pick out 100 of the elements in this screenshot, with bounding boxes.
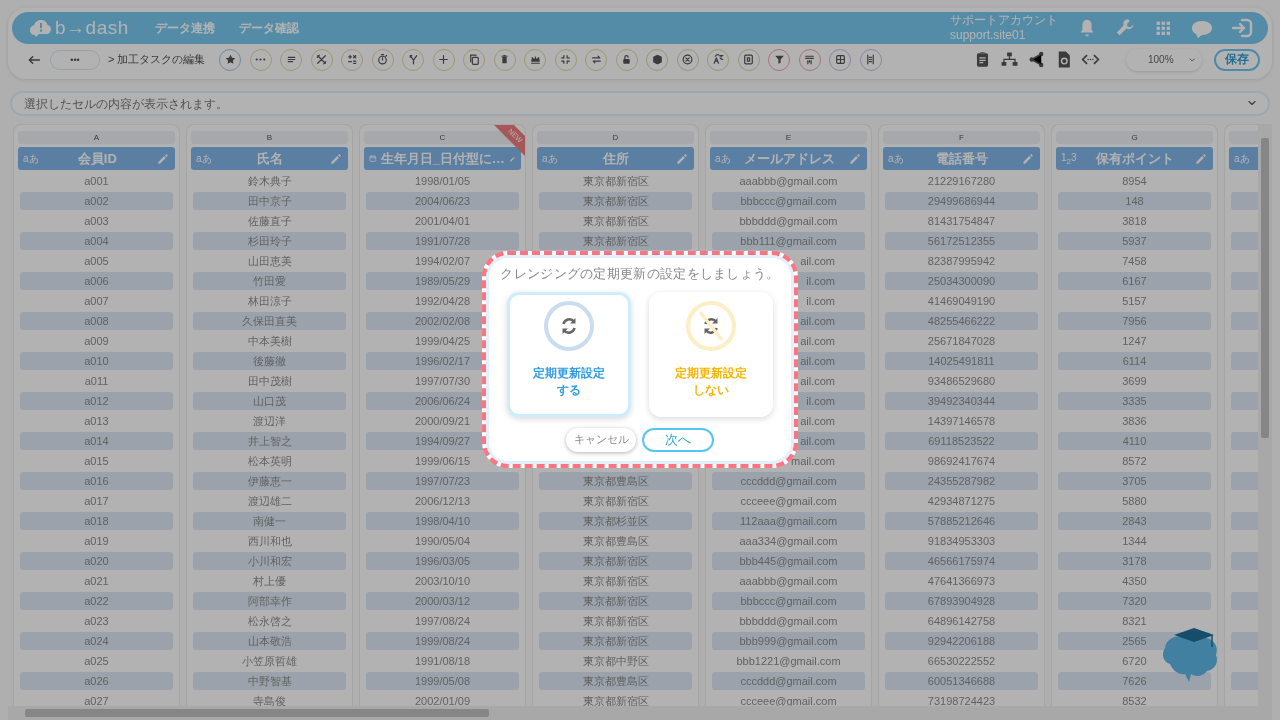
- tool-button[interactable]: [372, 48, 394, 71]
- table-cell-text: 82387995942: [926, 254, 997, 269]
- save-button[interactable]: 保存: [1214, 48, 1260, 71]
- table-cell-text: a019: [83, 534, 110, 549]
- table-cell-text: ccceee@gmail.com: [739, 494, 838, 509]
- column-header-bar[interactable]: aあ 会員ID: [18, 147, 175, 170]
- table-cell-text: 田中茂樹: [246, 374, 293, 389]
- tool-button[interactable]: [433, 48, 455, 71]
- table-cell-text: 8532: [1121, 694, 1148, 706]
- table-cell: 112aaa@gmail.com: [712, 512, 865, 530]
- table-cell-text: 25671847028: [926, 334, 997, 349]
- tool-button[interactable]: [646, 48, 669, 71]
- table-cell-text: 松本英明: [246, 454, 293, 469]
- tool-button[interactable]: [616, 48, 638, 71]
- column-header-bar[interactable]: 1$_{2}$3 保有ポイント: [1056, 147, 1213, 170]
- table-cell: 6167: [1058, 272, 1211, 290]
- column-header-bar[interactable]: aあ 氏名: [191, 147, 348, 170]
- cancel-button[interactable]: キャンセル: [566, 428, 636, 452]
- table-cell-text: bbb1221@gmail.com: [735, 654, 842, 669]
- tool-button[interactable]: [585, 48, 608, 71]
- table-cell: a012: [20, 392, 173, 410]
- table-cell-text: 鈴木典子: [246, 174, 293, 189]
- table-cell: a022: [20, 592, 173, 610]
- table-cell-text: mail.com: [791, 454, 835, 469]
- share-icon[interactable]: [1027, 50, 1046, 69]
- table-cell-text: 中本美樹: [246, 334, 293, 349]
- tool-button[interactable]: [799, 48, 821, 71]
- type-label: aあ: [715, 151, 731, 166]
- table-cell: bbbccc@gmail.com: [712, 592, 865, 610]
- tool-button[interactable]: [860, 48, 882, 71]
- table-cell: 1998/04/10: [366, 512, 519, 530]
- next-button[interactable]: 次へ: [642, 428, 714, 452]
- table-cell-text: 小笠原哲雄: [241, 654, 298, 669]
- table-cell-text: 松永啓之: [246, 614, 293, 629]
- table-cell: a018: [20, 512, 173, 530]
- tool-button[interactable]: [219, 48, 242, 71]
- column-header-bar[interactable]: aあ 電話番号: [883, 147, 1040, 170]
- option-card[interactable]: 定期更新設定 する: [507, 292, 631, 417]
- table-cell: 3178: [1058, 552, 1211, 570]
- table-cell-text: 5880: [1121, 494, 1148, 509]
- table-cell: 山口茂: [193, 392, 346, 410]
- table-cell-text: 5157: [1121, 294, 1148, 309]
- tool-button[interactable]: [280, 48, 303, 71]
- tool-button[interactable]: [829, 48, 852, 71]
- table-cell-text: 佐藤直子: [246, 214, 293, 229]
- table-cell: bbb111@gmail.com: [712, 232, 865, 250]
- column-header-bar[interactable]: aあ: [1229, 147, 1258, 170]
- table-cell-text: 東京都新宿区: [581, 574, 650, 589]
- table-cell-text: a007: [83, 294, 110, 309]
- table-cell-text: a005: [83, 254, 110, 269]
- table-cell-text: 村上優: [252, 574, 287, 589]
- table-cell-text: 42934871275: [926, 494, 997, 509]
- table-cell-text: 98692417674: [926, 454, 997, 469]
- tool-button[interactable]: [677, 48, 699, 71]
- tool-button[interactable]: [341, 48, 364, 71]
- vertical-scrollbar[interactable]: [1258, 124, 1272, 706]
- type-label: aあ: [196, 151, 212, 166]
- tool-button[interactable]: [463, 48, 486, 71]
- table-cell: 3335: [1058, 392, 1211, 410]
- table-cell: 東京都新宿区: [539, 632, 692, 650]
- column-title: メールアドレス: [742, 149, 836, 168]
- table-cell: 48255466222: [885, 312, 1038, 330]
- table-cell: 2843: [1058, 512, 1211, 530]
- option-card[interactable]: 定期更新設定 しない: [649, 292, 773, 417]
- table-cell: a026: [20, 672, 173, 690]
- table-cell-text: 1999/04/25: [413, 334, 472, 349]
- tool-button[interactable]: [555, 48, 577, 71]
- tool-button[interactable]: [311, 48, 333, 71]
- table-cell-text: 73198724423: [926, 694, 997, 706]
- table-cell-text: 東京都新宿区: [581, 214, 650, 229]
- tool-button[interactable]: [402, 48, 425, 71]
- cell-content-field[interactable]: 選択したセルの内容が表示されます。: [10, 91, 1270, 116]
- table-cell: a004: [20, 232, 173, 250]
- table-cell: 92942206188: [885, 632, 1038, 650]
- column-header-bar[interactable]: 生年月日_日付型に…: [364, 147, 521, 170]
- tool-button[interactable]: [524, 48, 547, 71]
- table-cell: 5937: [1058, 232, 1211, 250]
- table-cell-text: 東京都中野区: [581, 654, 650, 669]
- column-header-bar[interactable]: aあ 住所: [537, 147, 694, 170]
- translate-icon: [712, 53, 725, 66]
- more-button[interactable]: •••: [50, 49, 100, 70]
- tool-button[interactable]: [768, 48, 791, 71]
- column-header-bar[interactable]: aあ メールアドレス: [710, 147, 867, 170]
- table-cell: 東京都杉並区: [539, 512, 692, 530]
- table-cell-text: 1997/08/24: [413, 614, 472, 629]
- tool-button[interactable]: [494, 48, 516, 71]
- table-cell-text: a027: [83, 694, 110, 706]
- column-title: 住所: [601, 149, 631, 168]
- table-cell-text: 8321: [1121, 614, 1148, 629]
- table-cell: 56172512355: [885, 232, 1038, 250]
- table-cell-text: ail.com: [800, 374, 835, 389]
- horizontal-scrollbar[interactable]: [8, 706, 1272, 720]
- hierarchy-icon[interactable]: [1000, 50, 1019, 69]
- table-cell-text: 2002/01/09: [413, 694, 472, 706]
- tool-button[interactable]: [707, 48, 730, 71]
- column-letter: A: [18, 131, 175, 144]
- zoom-select[interactable]: 100%: [1126, 48, 1202, 71]
- tool-button[interactable]: [738, 48, 760, 71]
- nav-link[interactable]: データ連携: [154, 19, 215, 37]
- nav-link[interactable]: データ確認: [238, 19, 299, 37]
